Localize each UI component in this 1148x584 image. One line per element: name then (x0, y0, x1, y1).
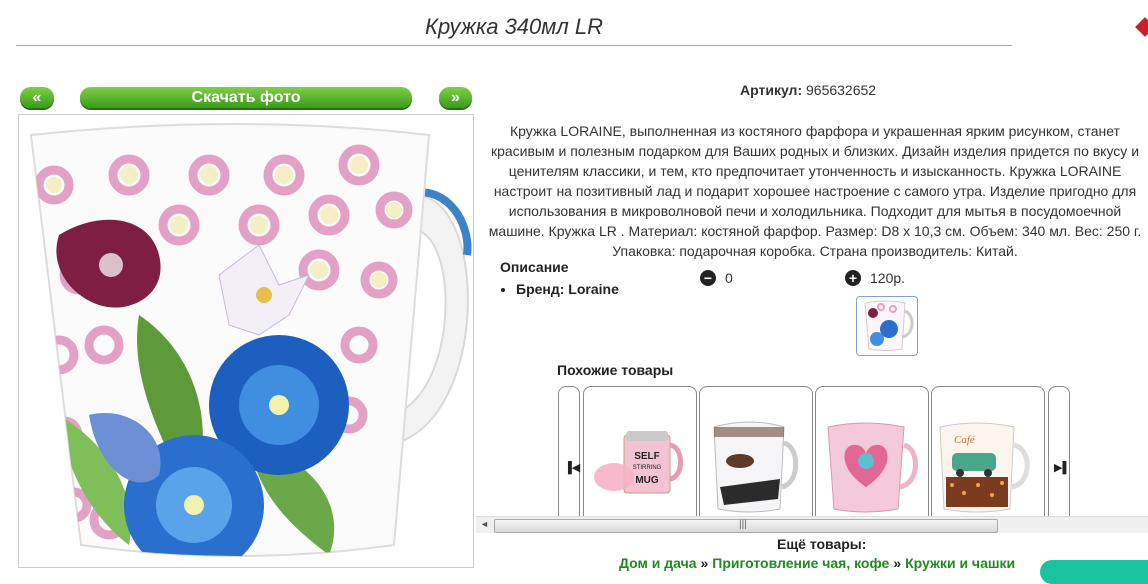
carousel-prev-icon: ▐◀ (564, 462, 581, 474)
product-description: Кружка LORAINE, выполненная из костяного… (488, 123, 1142, 259)
prev-photo-button[interactable]: « (20, 87, 54, 108)
chat-widget-button[interactable] (1040, 560, 1148, 584)
carousel-prev-button[interactable]: ▐◀ (558, 386, 580, 517)
quantity-control: − 0 (700, 270, 733, 286)
similar-item-cafe-mug[interactable]: Café (931, 386, 1045, 517)
mug-text-self: SELF (634, 451, 660, 462)
download-photo-button[interactable]: Скачать фото (80, 87, 412, 108)
page-title: Кружка 340мл LR (424, 14, 604, 39)
similar-products-heading: Похожие товары (557, 362, 674, 378)
title-divider (16, 45, 1012, 46)
horizontal-scrollbar[interactable]: ◄ ||| (476, 516, 1148, 533)
pink-heart-mug-photo (827, 422, 918, 513)
price-value: 120р. (870, 270, 906, 286)
breadcrumb-home-garden[interactable]: Дом и дача (619, 555, 697, 571)
similar-products-carousel: ▐◀ SELF STIRRING MUG Café ▶▌ (558, 386, 1070, 517)
mug-text-cafe: Café (954, 434, 976, 446)
brand-attribute: Бренд: Loraine (516, 281, 619, 297)
mug-text-stirring: STIRRING (633, 465, 662, 471)
add-to-cart-control: + 120р. (845, 270, 905, 286)
product-thumbnail[interactable] (856, 296, 918, 356)
breadcrumb-separator: » (893, 555, 902, 571)
scrollbar-thumb[interactable]: ||| (494, 519, 998, 533)
mug-text-mug: MUG (635, 475, 659, 486)
breadcrumb-tea-coffee[interactable]: Приготовление чая, кофе (712, 555, 889, 571)
scrollbar-grip-icon: ||| (739, 519, 747, 530)
scroll-left-icon[interactable]: ◄ (480, 519, 489, 529)
more-products-heading: Ещё товары: (777, 536, 867, 552)
similar-item-self-stirring-mug[interactable]: SELF STIRRING MUG (583, 386, 697, 517)
carousel-next-button[interactable]: ▶▌ (1048, 386, 1070, 517)
self-stirring-mug-photo: SELF STIRRING MUG (594, 431, 683, 494)
cafe-car-mug-photo: Café (939, 422, 1030, 513)
quantity-value: 0 (725, 270, 733, 286)
product-photo[interactable] (18, 114, 474, 568)
minus-circle-icon[interactable]: − (700, 270, 716, 286)
coffee-beans-mug-photo (713, 421, 799, 513)
article-label: Артикул: (740, 82, 803, 98)
floral-mug-thumbnail (864, 300, 914, 351)
article-number: Артикул: 965632652 (740, 82, 876, 98)
similar-item-coffee-mug[interactable] (699, 386, 813, 517)
attributes-block: Описание Бренд: Loraine (500, 259, 619, 297)
attributes-list: Бренд: Loraine (500, 281, 619, 297)
plus-circle-icon[interactable]: + (845, 270, 861, 286)
similar-item-heart-mug[interactable] (815, 386, 929, 517)
carousel-next-icon: ▶▌ (1054, 462, 1071, 474)
breadcrumb: Дом и дача» Приготовление чая, кофе» Кружк… (619, 555, 1015, 571)
logo-corner-icon (1135, 17, 1148, 37)
attributes-heading: Описание (500, 259, 569, 275)
floral-mug-image (29, 123, 472, 557)
breadcrumb-separator: » (700, 555, 709, 571)
next-photo-button[interactable]: » (439, 87, 472, 108)
breadcrumb-mugs-cups[interactable]: Кружки и чашки (905, 555, 1015, 571)
article-value: 965632652 (806, 82, 877, 98)
